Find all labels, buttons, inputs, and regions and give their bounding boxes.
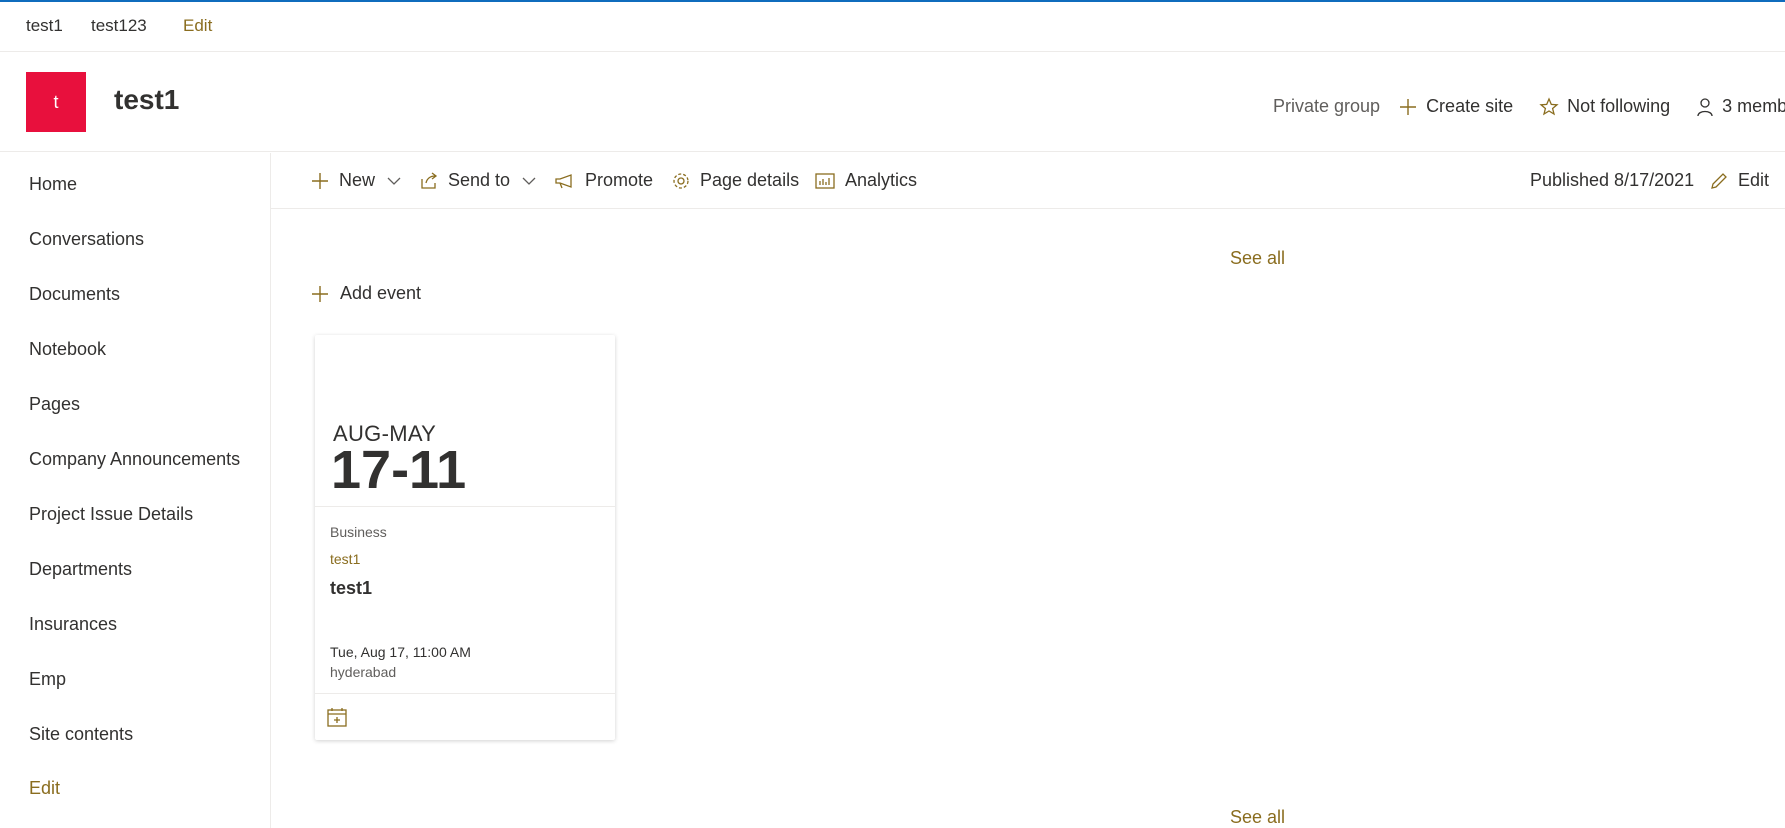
event-category: Business [330, 524, 387, 540]
event-card-footer [315, 693, 615, 740]
page-edit-label: Edit [1738, 170, 1770, 190]
chevron-down-icon [522, 177, 536, 185]
nav-item-home[interactable]: Home [29, 174, 77, 195]
event-title[interactable]: test1 [330, 578, 372, 599]
analytics-icon [815, 172, 835, 189]
privacy-label: Private group [1273, 96, 1381, 116]
site-logo[interactable]: t [26, 72, 86, 132]
nav-item-emp[interactable]: Emp [29, 669, 66, 690]
analytics-label: Analytics [845, 170, 918, 190]
nav-edit-link[interactable]: Edit [29, 778, 60, 799]
follow-button[interactable]: Not following [1539, 96, 1670, 117]
new-button[interactable]: New [310, 170, 401, 191]
create-site-button[interactable]: Create site [1398, 96, 1513, 117]
event-location: hyderabad [330, 664, 397, 680]
members-button[interactable]: 3 members [1696, 96, 1785, 117]
site-logo-letter: t [53, 91, 59, 112]
create-site-label: Create site [1426, 96, 1514, 116]
share-icon [421, 171, 438, 189]
megaphone-icon [555, 173, 572, 188]
nav-item-pages[interactable]: Pages [29, 394, 80, 415]
hub-navigation-bar: test1 test123 Edit [0, 2, 1785, 52]
nav-item-insurances[interactable]: Insurances [29, 614, 117, 635]
pencil-icon [1711, 172, 1727, 189]
promote-button[interactable]: Promote [554, 170, 653, 191]
site-title[interactable]: test1 [114, 84, 179, 116]
add-event-button[interactable]: Add event [310, 283, 421, 304]
hub-edit-link[interactable]: Edit [183, 16, 212, 36]
nav-item-company-announcements[interactable]: Company Announcements [29, 449, 240, 470]
add-event-label: Add event [340, 283, 422, 303]
nav-item-project-issue-details[interactable]: Project Issue Details [29, 504, 193, 525]
see-all-link[interactable]: See all [1230, 248, 1285, 269]
send-to-label: Send to [448, 170, 511, 190]
gear-icon [673, 172, 689, 189]
nav-item-documents[interactable]: Documents [29, 284, 120, 305]
send-to-button[interactable]: Send to [419, 170, 536, 191]
header-actions: Private group Create site Not following … [1273, 96, 1785, 117]
page-edit-button[interactable]: Edit [1709, 170, 1769, 191]
hub-link-test123[interactable]: test123 [91, 16, 147, 36]
site-header: t test1 Private group Create site Not fo… [0, 52, 1785, 152]
event-time: Tue, Aug 17, 11:00 AM [330, 644, 471, 660]
promote-label: Promote [585, 170, 654, 190]
command-bar: New Send to Promote Page details Analyti… [271, 153, 1785, 209]
person-icon [1697, 97, 1713, 116]
plus-icon [1400, 98, 1417, 115]
event-date-block: AUG-MAY 17-11 [315, 335, 615, 507]
nav-item-conversations[interactable]: Conversations [29, 229, 144, 250]
published-label: Published 8/17/2021 [1530, 170, 1695, 190]
nav-item-notebook[interactable]: Notebook [29, 339, 106, 360]
see-all-link-bottom[interactable]: See all [1230, 807, 1285, 828]
calendar-add-icon[interactable] [326, 706, 348, 728]
follow-label: Not following [1567, 96, 1671, 116]
published-status: Published 8/17/2021 [1530, 170, 1694, 191]
star-icon [1539, 96, 1559, 115]
plus-icon [312, 285, 328, 302]
new-label: New [339, 170, 376, 190]
chevron-down-icon [387, 177, 401, 185]
event-day: 17-11 [331, 440, 467, 500]
event-card[interactable]: AUG-MAY 17-11 Business test1 test1 Tue, … [315, 335, 615, 740]
plus-icon [312, 172, 328, 189]
page-details-button[interactable]: Page details [671, 170, 799, 191]
members-label: 3 members [1722, 96, 1785, 116]
page-details-label: Page details [700, 170, 800, 190]
nav-item-site-contents[interactable]: Site contents [29, 724, 133, 745]
hub-link-test1[interactable]: test1 [26, 16, 63, 36]
left-navigation: Home Conversations Documents Notebook Pa… [0, 153, 271, 828]
analytics-button[interactable]: Analytics [814, 170, 917, 191]
event-site-link[interactable]: test1 [330, 551, 360, 567]
nav-item-departments[interactable]: Departments [29, 559, 132, 580]
